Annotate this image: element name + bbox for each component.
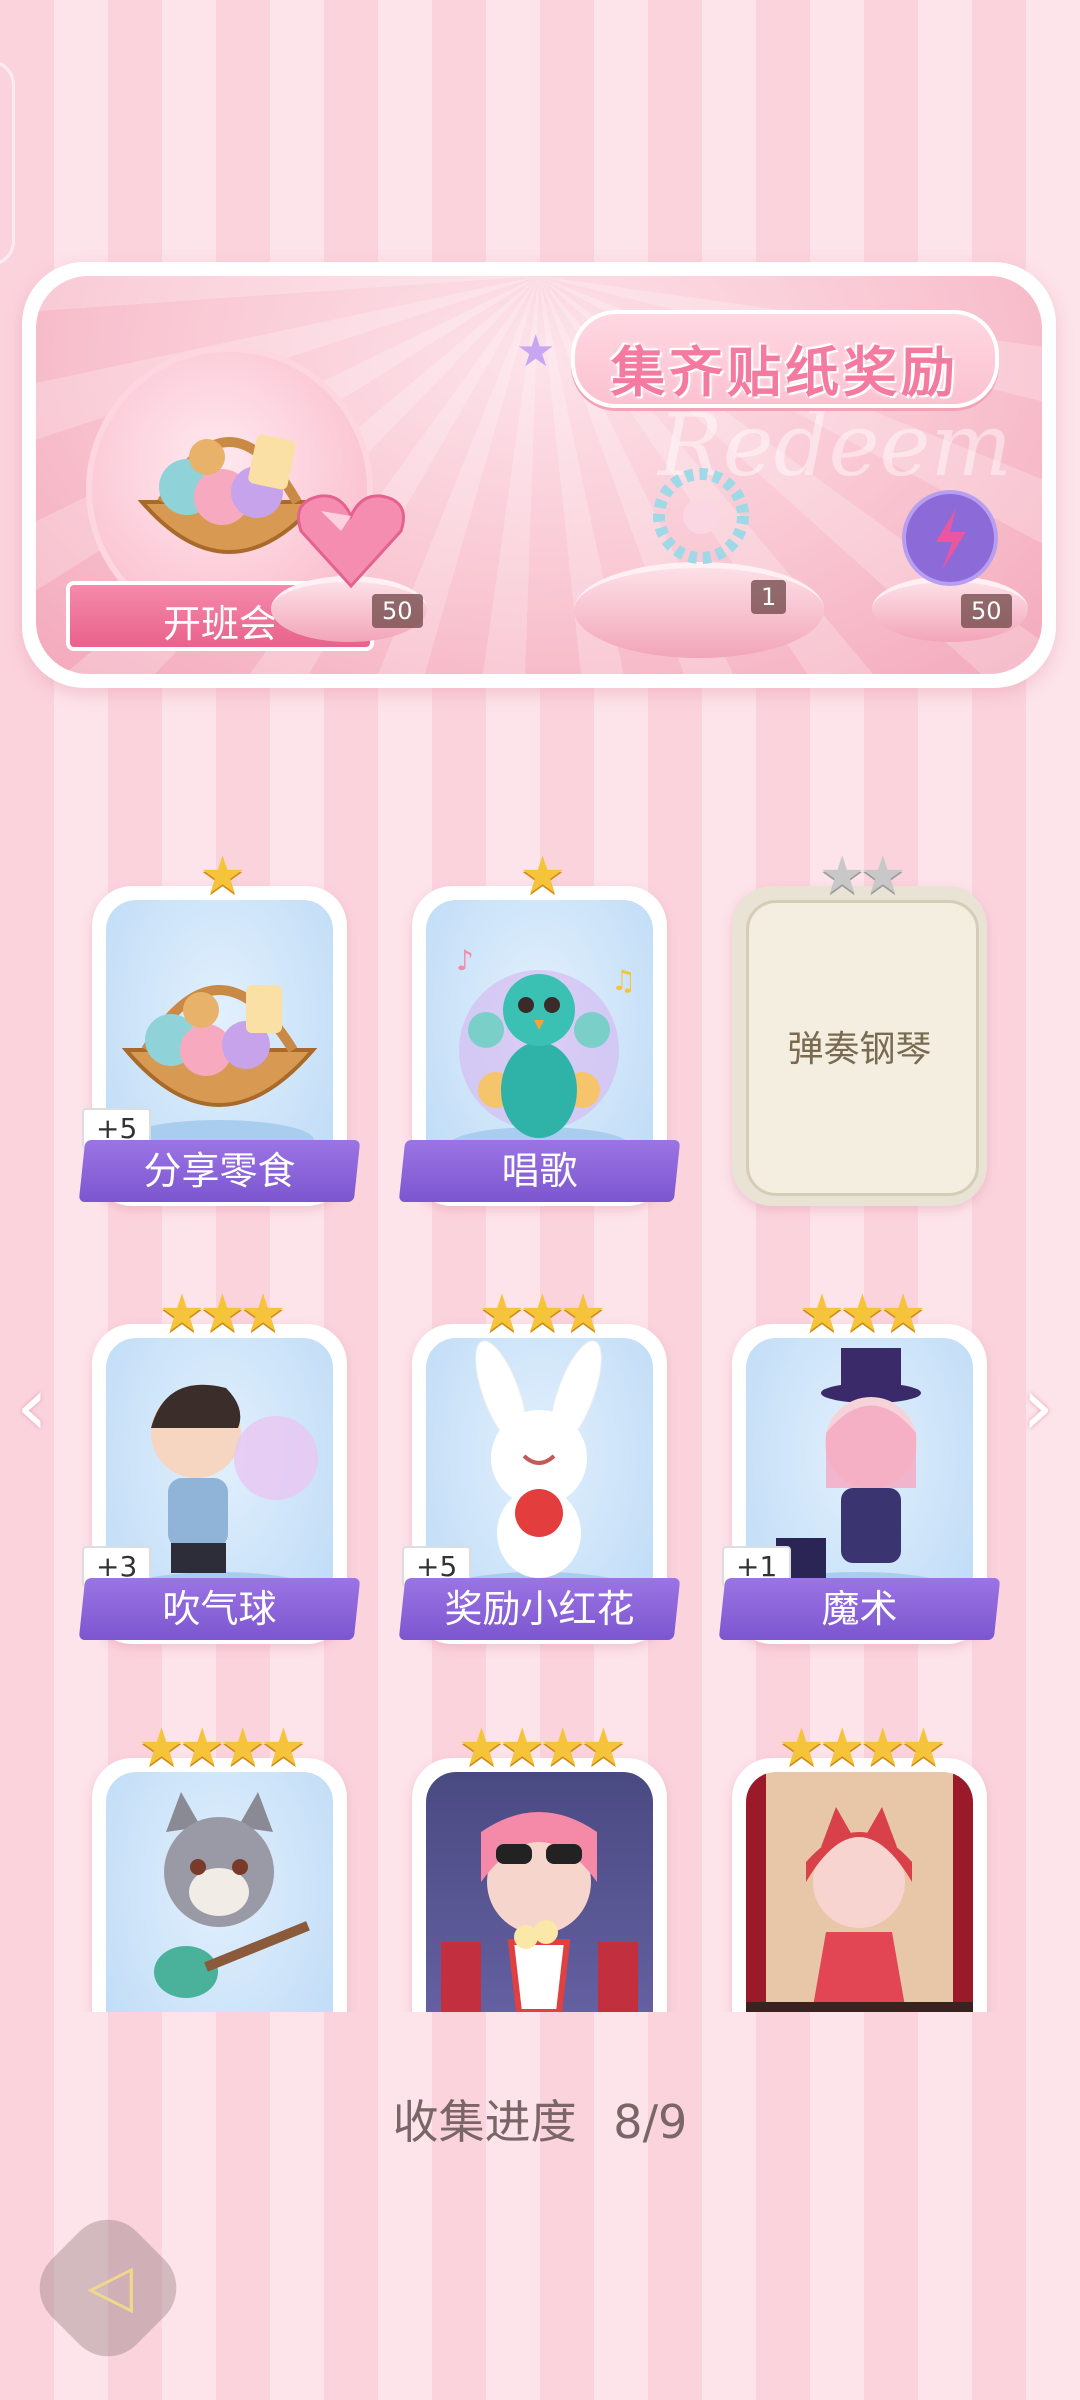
wolf-guitar-icon (154, 1792, 310, 1998)
card-label: 唱歌 (501, 1149, 578, 1193)
back-arrow-icon: ◁ (87, 2250, 134, 2321)
sticker-card-wolf-guitar[interactable]: ★★★★ (92, 1718, 347, 2012)
sticker-card-cat-stage[interactable]: ★★★★ (732, 1718, 987, 2012)
girl-popcorn-icon (441, 1812, 638, 2012)
card-label: 吹气球 (162, 1587, 277, 1631)
sticker-card-girl-popcorn[interactable]: ★★★★ (412, 1718, 667, 2012)
star-rating: ★ (519, 846, 566, 906)
card-label: 分享零食 (143, 1149, 296, 1193)
sticker-card-share-snacks[interactable]: ★ +5 分享零食 (78, 846, 361, 1206)
star-rating: ★★★ (798, 1284, 927, 1344)
sticker-card-piano-locked[interactable]: 弹奏钢琴 ★★ (732, 846, 987, 1206)
cat-stage-icon (746, 1807, 973, 2012)
star-rating: ★★★ (158, 1284, 287, 1344)
star-rating: ★★★★ (778, 1718, 946, 1778)
star-rating: ★★★★ (138, 1718, 306, 1778)
svg-text:♫: ♫ (611, 964, 636, 997)
star-rating: ★★ (818, 846, 906, 906)
next-page-arrow[interactable]: › (1022, 1360, 1054, 1453)
previous-page-arrow[interactable]: ‹ (16, 1360, 48, 1453)
star-rating: ★★★ (478, 1284, 607, 1344)
progress-label: 收集进度 (392, 2095, 577, 2149)
sticker-card-red-flower[interactable]: ★★★ +5 奖励小红花 (398, 1284, 681, 1644)
card-label: 魔术 (821, 1587, 898, 1631)
star-rating: ★★★★ (458, 1718, 626, 1778)
progress-value: 8/9 (613, 2095, 688, 2149)
back-button[interactable]: ◁ (23, 2203, 193, 2373)
sticker-card-singing[interactable]: ♪ ♫ ★ 唱歌 (398, 846, 681, 1206)
sticker-card-blow-balloon[interactable]: ★★★ +3 吹气球 (78, 1284, 361, 1644)
svg-text:♪: ♪ (456, 944, 474, 977)
sticker-grid-cards: ★ +5 分享零食 ♪ ♫ ★ 唱歌 弹奏钢琴 ★★ ★★★ +3 吹气球 ★★… (0, 0, 1080, 2012)
card-label: 弹奏钢琴 (787, 1029, 932, 1070)
collection-progress: 收集进度 8/9 (0, 2086, 1080, 2152)
sticker-card-magic[interactable]: ★★★ +1 魔术 (718, 1284, 1001, 1644)
card-label: 奖励小红花 (444, 1587, 635, 1631)
star-rating: ★ (199, 846, 246, 906)
